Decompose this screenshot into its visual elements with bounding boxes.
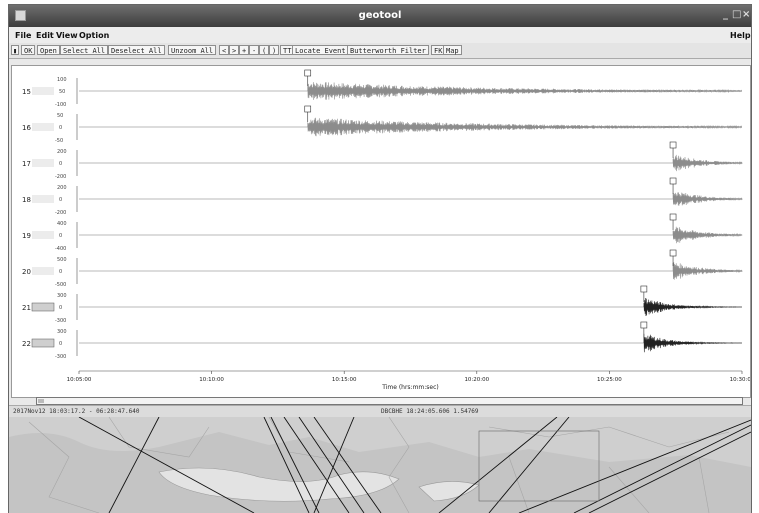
locate-event-button[interactable]: Locate Event xyxy=(292,45,349,55)
channel-tick-bottom: -50 xyxy=(55,138,63,144)
title-bar[interactable]: geotool _ □ × xyxy=(9,5,751,27)
arrival-marker xyxy=(640,285,648,293)
channel-tick-mid: 50 xyxy=(59,89,65,95)
channel-tick-top: 300 xyxy=(57,329,67,335)
select-all-button[interactable]: Select All xyxy=(60,45,109,55)
close-icon[interactable]: × xyxy=(742,9,750,20)
channel-select-box xyxy=(32,159,54,167)
channel-select-box xyxy=(32,123,54,131)
menu-edit[interactable]: Edit xyxy=(36,31,54,40)
channel-tick-top: 50 xyxy=(57,113,63,119)
channel-select-box xyxy=(32,87,54,95)
channel-tick-bottom: -200 xyxy=(55,210,66,216)
scroll-right-button[interactable]: > xyxy=(229,45,240,55)
map-panel[interactable] xyxy=(9,417,751,513)
channel-tick-bottom: -300 xyxy=(55,354,66,360)
status-cursor-info: DBCBHE 18:24:05.606 1.54769 xyxy=(381,408,479,415)
x-axis-label: Time (hrs:mm:sec) xyxy=(381,384,439,391)
window-title: geotool xyxy=(358,10,402,21)
menu-help[interactable]: Help xyxy=(730,31,751,40)
channel-tick-top: 100 xyxy=(57,77,67,83)
channel-tick-mid: 0 xyxy=(59,269,62,275)
x-tick-label: 10:25:00 xyxy=(597,377,622,383)
waveform-plot[interactable]: 1510050-10016500-50172000-200182000-2001… xyxy=(12,66,750,397)
seismic-trace xyxy=(672,192,743,206)
arrival-marker xyxy=(669,141,677,149)
menu-view[interactable]: View xyxy=(56,31,78,40)
menu-option[interactable]: Option xyxy=(79,31,109,40)
scroll-down-button[interactable]: ) xyxy=(269,45,280,55)
channel-tick-bottom: -300 xyxy=(55,318,66,324)
x-tick-label: 10:15:00 xyxy=(332,377,357,383)
channel-label: 15 xyxy=(22,88,31,96)
channel-tick-top: 200 xyxy=(57,149,67,155)
minimize-icon[interactable]: _ xyxy=(723,9,728,20)
channel-label: 19 xyxy=(22,232,31,240)
seismic-trace xyxy=(643,297,743,317)
x-tick-label: 10:10:00 xyxy=(199,377,224,383)
scrollbar-thumb[interactable] xyxy=(38,399,44,403)
menu-bar: File Edit View Option Help xyxy=(9,27,751,43)
channel-select-box xyxy=(32,267,54,275)
channel-tick-bottom: -200 xyxy=(55,174,66,180)
maximize-icon[interactable]: □ xyxy=(732,9,741,20)
seismic-trace xyxy=(307,117,742,137)
seismic-trace xyxy=(672,226,743,244)
geotool-window: geotool _ □ × File Edit View Option Help… xyxy=(8,4,752,513)
deselect-all-button[interactable]: Deselect All xyxy=(108,45,165,55)
channel-select-box xyxy=(31,302,55,312)
channel-tick-top: 500 xyxy=(57,257,67,263)
status-time-window: 2017Nov12 18:03:17.2 - 06:28:47.640 xyxy=(13,408,140,415)
channel-tick-mid: 0 xyxy=(59,341,62,347)
channel-tick-mid: 0 xyxy=(59,305,62,311)
channel-tick-mid: 0 xyxy=(59,161,62,167)
channel-label: 20 xyxy=(22,268,31,276)
seismic-trace xyxy=(672,262,743,280)
channel-tick-bottom: -400 xyxy=(55,246,66,252)
channel-tick-top: 400 xyxy=(57,221,67,227)
butterworth-filter-button[interactable]: Butterworth Filter xyxy=(347,45,429,55)
waveform-panel[interactable]: 15 100 50 -100 16 50 0 -50 17 200 0 -200 18 200 0 -200 1… xyxy=(11,65,751,398)
channel-tick-bottom: -500 xyxy=(55,282,66,288)
open-button[interactable]: Open xyxy=(37,45,60,55)
channel-tick-bottom: -100 xyxy=(55,102,66,108)
x-tick-label: 10:20:00 xyxy=(464,377,489,383)
zoom-out-button[interactable]: - xyxy=(249,45,260,55)
x-tick-label: 10:05:00 xyxy=(67,377,92,383)
channel-select-box xyxy=(32,231,54,239)
channel-label: 16 xyxy=(22,124,31,132)
channel-label: 18 xyxy=(22,196,31,204)
scroll-up-button[interactable]: ( xyxy=(259,45,270,55)
arrival-marker xyxy=(669,213,677,221)
channel-label: 21 xyxy=(22,304,31,312)
ok-button[interactable]: OK xyxy=(21,45,36,55)
arrival-marker xyxy=(304,69,312,77)
channel-select-box xyxy=(31,338,55,348)
horizontal-scrollbar[interactable] xyxy=(36,397,743,405)
channel-select-box xyxy=(32,195,54,203)
x-tick-label: 10:30:00 xyxy=(730,377,750,383)
channel-tick-mid: 0 xyxy=(59,197,62,203)
toolbar-handle-icon[interactable]: ▮ xyxy=(11,45,20,55)
channel-tick-top: 300 xyxy=(57,293,67,299)
zoom-in-button[interactable]: + xyxy=(239,45,250,55)
arrival-marker xyxy=(640,321,648,329)
unzoom-all-button[interactable]: Unzoom All xyxy=(168,45,217,55)
seismic-trace xyxy=(307,82,742,100)
seismic-trace xyxy=(672,154,743,172)
channel-tick-top: 200 xyxy=(57,185,67,191)
menu-file[interactable]: File xyxy=(15,31,31,40)
channel-tick-mid: 0 xyxy=(59,125,62,131)
arrival-marker xyxy=(669,177,677,185)
channel-tick-mid: 0 xyxy=(59,233,62,239)
seismic-trace xyxy=(643,333,743,353)
arrival-marker xyxy=(304,105,312,113)
channel-label: 17 xyxy=(22,160,31,168)
map-button[interactable]: Map xyxy=(443,45,462,55)
scroll-left-button[interactable]: < xyxy=(219,45,230,55)
channel-label: 22 xyxy=(22,340,31,348)
arrival-marker xyxy=(669,249,677,257)
toolbar: ▮ OK Open Select All Deselect All Unzoom… xyxy=(9,43,751,59)
station-map[interactable] xyxy=(9,417,751,513)
